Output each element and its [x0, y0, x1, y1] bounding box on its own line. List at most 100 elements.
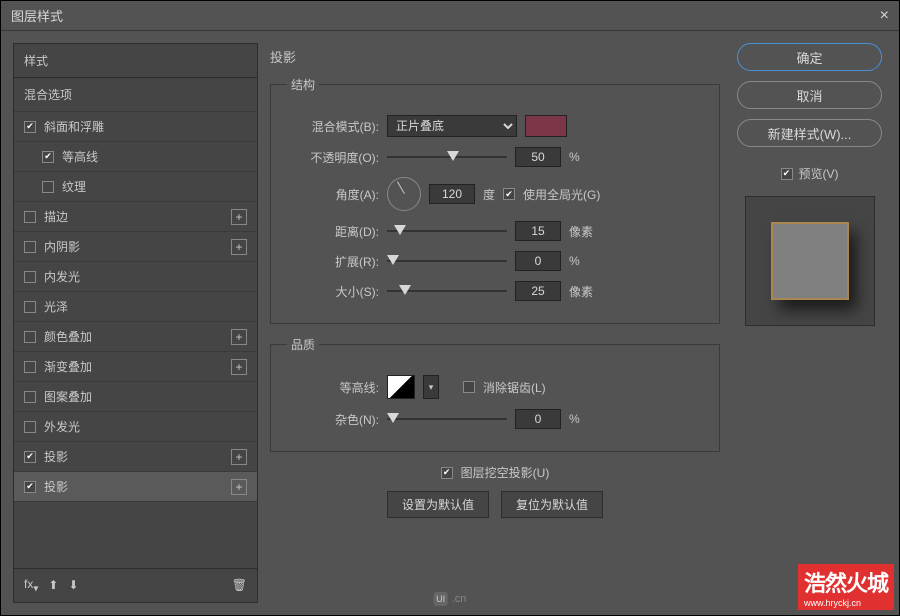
distance-label: 距离(D):	[287, 223, 379, 240]
spread-label: 扩展(R):	[287, 253, 379, 270]
effect-item-9[interactable]: 图案叠加	[14, 382, 257, 412]
angle-unit: 度	[483, 186, 495, 203]
opacity-slider[interactable]	[387, 148, 507, 166]
close-icon[interactable]: ×	[880, 7, 889, 25]
effect-label: 渐变叠加	[44, 358, 92, 375]
preview-label: 预览(V)	[799, 165, 839, 182]
effect-checkbox[interactable]	[24, 121, 36, 133]
size-input[interactable]	[515, 281, 561, 301]
effect-item-1[interactable]: 等高线	[14, 142, 257, 172]
blending-options[interactable]: 混合选项	[14, 78, 257, 112]
add-effect-icon[interactable]: +	[231, 209, 247, 225]
add-effect-icon[interactable]: +	[231, 239, 247, 255]
effect-item-3[interactable]: 描边 +	[14, 202, 257, 232]
preview-checkbox[interactable]	[781, 168, 793, 180]
effect-label: 等高线	[62, 148, 98, 165]
distance-input[interactable]	[515, 221, 561, 241]
spread-input[interactable]	[515, 251, 561, 271]
knockout-label: 图层挖空投影(U)	[461, 464, 550, 481]
arrow-up-icon[interactable]: ⬆	[48, 578, 58, 592]
size-slider[interactable]	[387, 282, 507, 300]
effect-checkbox[interactable]	[24, 241, 36, 253]
effect-checkbox[interactable]	[24, 421, 36, 433]
noise-label: 杂色(N):	[287, 411, 379, 428]
contour-label: 等高线:	[287, 379, 379, 396]
opacity-label: 不透明度(O):	[287, 149, 379, 166]
add-effect-icon[interactable]: +	[231, 329, 247, 345]
effect-label: 投影	[44, 448, 68, 465]
effect-checkbox[interactable]	[24, 331, 36, 343]
dialog-title: 图层样式	[11, 6, 63, 25]
effect-label: 颜色叠加	[44, 328, 92, 345]
effect-checkbox[interactable]	[24, 391, 36, 403]
arrow-down-icon[interactable]: ⬇	[68, 578, 78, 592]
effect-item-6[interactable]: 光泽	[14, 292, 257, 322]
global-light-label: 使用全局光(G)	[523, 186, 600, 203]
blend-mode-select[interactable]: 正片叠底	[387, 115, 517, 137]
preview-thumbnail	[771, 222, 849, 300]
add-effect-icon[interactable]: +	[231, 449, 247, 465]
quality-group: 品质 等高线: ▾ 消除锯齿(L) 杂色(N): %	[270, 336, 720, 452]
quality-legend: 品质	[287, 336, 319, 353]
effect-checkbox[interactable]	[42, 181, 54, 193]
effect-label: 内阴影	[44, 238, 80, 255]
effect-checkbox[interactable]	[24, 451, 36, 463]
effect-label: 斜面和浮雕	[44, 118, 104, 135]
antialias-checkbox[interactable]	[463, 381, 475, 393]
effect-label: 图案叠加	[44, 388, 92, 405]
effect-label: 光泽	[44, 298, 68, 315]
angle-input[interactable]	[429, 184, 475, 204]
effect-checkbox[interactable]	[24, 211, 36, 223]
reset-default-button[interactable]: 复位为默认值	[501, 491, 603, 518]
knockout-checkbox[interactable]	[441, 467, 453, 479]
effect-label: 纹理	[62, 178, 86, 195]
noise-unit: %	[569, 412, 580, 426]
angle-dial[interactable]	[387, 177, 421, 211]
distance-unit: 像素	[569, 223, 593, 240]
effect-item-8[interactable]: 渐变叠加 +	[14, 352, 257, 382]
preview-box	[745, 196, 875, 326]
effect-item-11[interactable]: 投影 +	[14, 442, 257, 472]
angle-label: 角度(A):	[287, 186, 379, 203]
effect-item-5[interactable]: 内发光	[14, 262, 257, 292]
effect-item-7[interactable]: 颜色叠加 +	[14, 322, 257, 352]
styles-sidebar: 样式 混合选项 斜面和浮雕等高线纹理描边 + 内阴影 + 内发光光泽颜色叠加 + 渐变叠加 +…	[13, 43, 258, 603]
effect-label: 描边	[44, 208, 68, 225]
spread-unit: %	[569, 254, 580, 268]
effect-label: 内发光	[44, 268, 80, 285]
effect-item-12[interactable]: 投影 +	[14, 472, 257, 502]
ok-button[interactable]: 确定	[737, 43, 882, 71]
effect-label: 投影	[44, 478, 68, 495]
effect-item-0[interactable]: 斜面和浮雕	[14, 112, 257, 142]
trash-icon[interactable]: 🗑	[232, 578, 247, 592]
effect-checkbox[interactable]	[42, 151, 54, 163]
fx-icon[interactable]: fx▾	[24, 577, 38, 594]
distance-slider[interactable]	[387, 222, 507, 240]
styles-header[interactable]: 样式	[14, 44, 257, 78]
structure-group: 结构 混合模式(B): 正片叠底 不透明度(O): % 角度(A): 度	[270, 76, 720, 324]
effect-checkbox[interactable]	[24, 301, 36, 313]
effect-checkbox[interactable]	[24, 361, 36, 373]
opacity-input[interactable]	[515, 147, 561, 167]
size-label: 大小(S):	[287, 283, 379, 300]
make-default-button[interactable]: 设置为默认值	[387, 491, 489, 518]
effect-item-4[interactable]: 内阴影 +	[14, 232, 257, 262]
spread-slider[interactable]	[387, 252, 507, 270]
noise-slider[interactable]	[387, 410, 507, 428]
size-unit: 像素	[569, 283, 593, 300]
ui-watermark: UI.cn	[434, 592, 467, 606]
effect-item-2[interactable]: 纹理	[14, 172, 257, 202]
add-effect-icon[interactable]: +	[231, 479, 247, 495]
global-light-checkbox[interactable]	[503, 188, 515, 200]
effect-item-10[interactable]: 外发光	[14, 412, 257, 442]
effect-checkbox[interactable]	[24, 481, 36, 493]
panel-title: 投影	[270, 43, 720, 70]
noise-input[interactable]	[515, 409, 561, 429]
cancel-button[interactable]: 取消	[737, 81, 882, 109]
shadow-color-swatch[interactable]	[525, 115, 567, 137]
add-effect-icon[interactable]: +	[231, 359, 247, 375]
contour-dropdown[interactable]: ▾	[423, 375, 439, 399]
contour-swatch[interactable]	[387, 375, 415, 399]
effect-checkbox[interactable]	[24, 271, 36, 283]
new-style-button[interactable]: 新建样式(W)...	[737, 119, 882, 147]
